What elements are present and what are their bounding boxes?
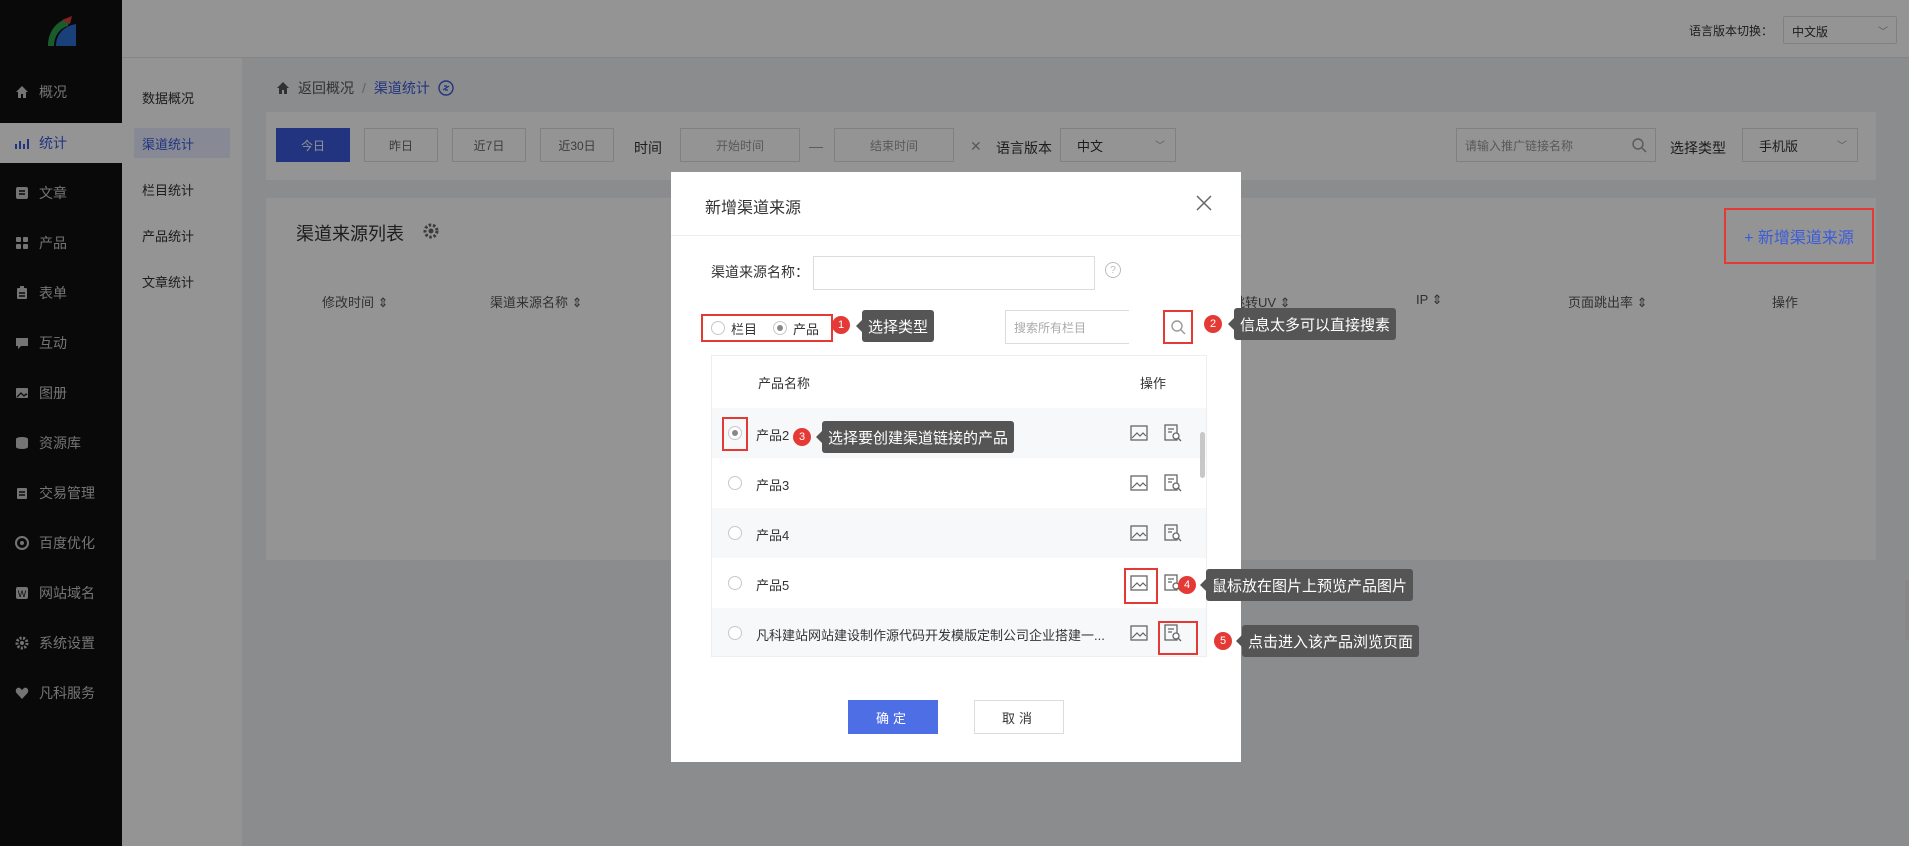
- view-page-icon[interactable]: [1164, 524, 1182, 542]
- product-table: 产品名称 操作 产品2 产品3 产品4 产品5 凡科建站网站建设制作源代码开发模…: [711, 355, 1207, 657]
- annotation-badge-2: 2: [1204, 315, 1222, 333]
- annotation-tip-2: 信息太多可以直接搜素: [1227, 308, 1397, 340]
- column-product-name: 产品名称: [758, 375, 811, 391]
- search-icon: [1171, 320, 1186, 335]
- row-radio[interactable]: [728, 476, 742, 490]
- row-radio[interactable]: [728, 576, 742, 590]
- add-channel-button[interactable]: + 新增渠道来源: [1724, 208, 1874, 264]
- image-preview-icon[interactable]: [1130, 525, 1148, 541]
- highlight-selected-radio: [722, 417, 748, 451]
- dialog-header: 新增渠道来源: [671, 172, 1241, 236]
- product-table-header: 产品名称 操作: [712, 356, 1206, 408]
- cancel-button[interactable]: 取消: [974, 700, 1064, 734]
- add-channel-dialog: 新增渠道来源 渠道来源名称： ? 栏目 产品 搜索所有栏目 产品名称 操作 产品…: [671, 172, 1241, 762]
- view-page-icon[interactable]: [1164, 424, 1182, 442]
- product-name: 产品5: [756, 578, 790, 593]
- product-name: 产品4: [756, 528, 790, 543]
- column-actions: 操作: [1140, 375, 1167, 391]
- annotation-badge-4: 4: [1178, 576, 1196, 594]
- row-radio[interactable]: [728, 626, 742, 640]
- highlight-image-icon: [1124, 568, 1158, 604]
- image-preview-icon[interactable]: [1130, 625, 1148, 641]
- view-page-icon[interactable]: [1164, 474, 1182, 492]
- page-scrollbar[interactable]: [1905, 580, 1909, 640]
- type-radio-group: 栏目 产品: [701, 314, 833, 342]
- help-icon[interactable]: ?: [1105, 262, 1121, 278]
- dialog-title: 新增渠道来源: [705, 200, 802, 217]
- annotation-tip-3: 选择要创建渠道链接的产品: [815, 421, 1015, 453]
- column-search-input[interactable]: 搜索所有栏目: [1005, 310, 1129, 344]
- annotation-badge-3: 3: [793, 428, 811, 446]
- image-preview-icon[interactable]: [1130, 475, 1148, 491]
- radio-product[interactable]: [773, 321, 788, 335]
- row-radio[interactable]: [728, 526, 742, 540]
- table-row[interactable]: 凡科建站网站建设制作源代码开发模版定制公司企业搭建一...: [712, 608, 1206, 656]
- annotation-badge-5: 5: [1214, 632, 1232, 650]
- image-preview-icon[interactable]: [1130, 425, 1148, 441]
- annotation-tip-5: 点击进入该产品浏览页面: [1235, 625, 1420, 657]
- table-row[interactable]: 产品4: [712, 508, 1206, 558]
- channel-name-label: 渠道来源名称：: [711, 264, 809, 280]
- table-row[interactable]: 产品3: [712, 458, 1206, 508]
- type-option-column[interactable]: 栏目: [711, 319, 757, 338]
- radio-column[interactable]: [711, 321, 725, 335]
- product-name: 凡科建站网站建设制作源代码开发模版定制公司企业搭建一...: [756, 628, 1105, 643]
- product-name: 产品3: [756, 478, 790, 493]
- annotation-badge-1: 1: [832, 316, 850, 334]
- column-search-button[interactable]: [1163, 310, 1193, 344]
- confirm-button[interactable]: 确定: [848, 700, 938, 734]
- highlight-view-icon: [1158, 621, 1198, 655]
- type-option-product[interactable]: 产品: [773, 319, 819, 338]
- product-name: 产品2: [756, 428, 790, 443]
- type-option-label: 产品: [793, 321, 820, 337]
- close-icon[interactable]: [1195, 194, 1213, 212]
- channel-name-input[interactable]: [813, 256, 1095, 290]
- annotation-tip-1: 选择类型: [855, 310, 935, 342]
- type-option-label: 栏目: [731, 321, 758, 337]
- table-scrollbar[interactable]: [1200, 432, 1205, 478]
- annotation-tip-4: 鼠标放在图片上预览产品图片: [1199, 569, 1414, 601]
